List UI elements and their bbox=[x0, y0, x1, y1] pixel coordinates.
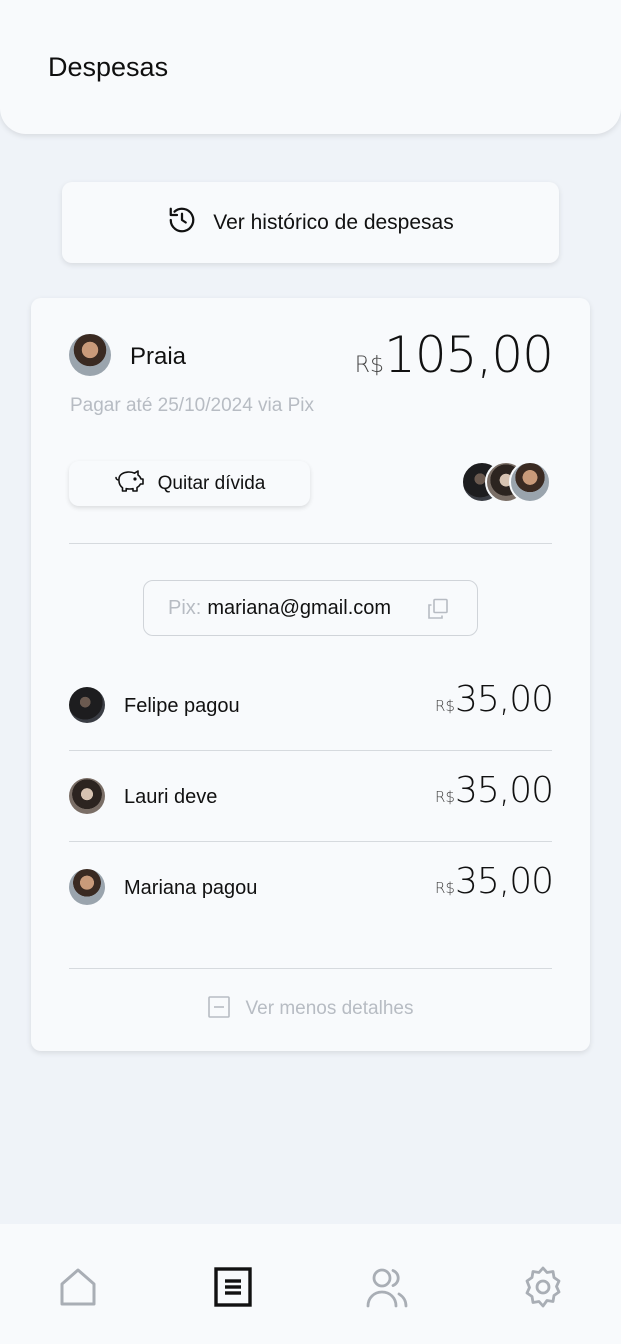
view-history-button[interactable]: Ver histórico de despesas bbox=[62, 182, 559, 263]
divider bbox=[69, 750, 552, 751]
expense-card: Praia R$ 105,00 Pagar até 25/10/2024 via… bbox=[31, 298, 590, 1051]
page-title: Despesas bbox=[48, 52, 169, 82]
amount-value: 35,00 bbox=[454, 679, 554, 720]
participant-label: Felipe pagou bbox=[124, 695, 240, 717]
divider bbox=[69, 968, 552, 969]
amount-value: 35,00 bbox=[454, 861, 554, 902]
expense-total: R$ 105,00 bbox=[354, 326, 554, 384]
history-icon bbox=[167, 205, 197, 240]
divider bbox=[69, 543, 552, 544]
amount-value: 35,00 bbox=[454, 770, 554, 811]
expense-amount: 105,00 bbox=[384, 326, 554, 384]
participant-avatar bbox=[69, 687, 105, 723]
participant-row: Mariana pagou R$ 35,00 bbox=[69, 861, 554, 907]
participant-avatar bbox=[69, 778, 105, 814]
toggle-details-label: Ver menos detalhes bbox=[245, 998, 414, 1019]
participant-avatar bbox=[509, 461, 551, 503]
app-header: Despesas bbox=[0, 0, 621, 134]
currency-symbol: R$ bbox=[434, 788, 455, 806]
currency-symbol: R$ bbox=[354, 353, 385, 378]
view-history-label: Ver histórico de despesas bbox=[213, 210, 454, 234]
pix-key-copy[interactable]: Pix: mariana@gmail.com bbox=[143, 580, 478, 636]
settle-debt-button[interactable]: Quitar dívida bbox=[69, 461, 310, 506]
divider bbox=[69, 841, 552, 842]
currency-symbol: R$ bbox=[434, 879, 455, 897]
due-date-text: Pagar até 25/10/2024 via Pix bbox=[70, 395, 315, 416]
participant-amount: R$ 35,00 bbox=[434, 861, 554, 902]
participant-row: Felipe pagou R$ 35,00 bbox=[69, 679, 554, 725]
nav-groups[interactable] bbox=[363, 1264, 413, 1314]
users-icon bbox=[365, 1264, 411, 1315]
nav-home[interactable] bbox=[53, 1264, 103, 1314]
participant-avatar bbox=[69, 869, 105, 905]
participant-amount: R$ 35,00 bbox=[434, 770, 554, 811]
home-icon bbox=[57, 1266, 99, 1313]
nav-settings[interactable] bbox=[518, 1264, 568, 1314]
expense-header: Praia R$ 105,00 bbox=[69, 326, 554, 384]
participant-row: Lauri deve R$ 35,00 bbox=[69, 770, 554, 816]
participant-label: Lauri deve bbox=[124, 786, 218, 808]
bottom-nav bbox=[0, 1224, 621, 1344]
toggle-details-button[interactable]: Ver menos detalhes bbox=[31, 994, 590, 1024]
currency-symbol: R$ bbox=[434, 697, 455, 715]
piggy-bank-icon bbox=[114, 468, 146, 499]
participant-label: Mariana pagou bbox=[124, 877, 258, 899]
settle-debt-label: Quitar dívida bbox=[157, 472, 266, 494]
nav-expenses[interactable] bbox=[208, 1264, 258, 1314]
owner-avatar bbox=[69, 334, 111, 376]
document-icon bbox=[213, 1266, 253, 1313]
minus-square-icon bbox=[207, 995, 230, 1023]
pix-prefix: Pix: bbox=[168, 596, 202, 619]
pix-key-value: mariana@gmail.com bbox=[207, 596, 392, 619]
participants-avatar-stack[interactable] bbox=[461, 461, 553, 504]
participant-amount: R$ 35,00 bbox=[434, 679, 554, 720]
expense-name: Praia bbox=[130, 343, 187, 370]
copy-icon[interactable] bbox=[427, 598, 449, 625]
gear-icon bbox=[521, 1265, 565, 1314]
